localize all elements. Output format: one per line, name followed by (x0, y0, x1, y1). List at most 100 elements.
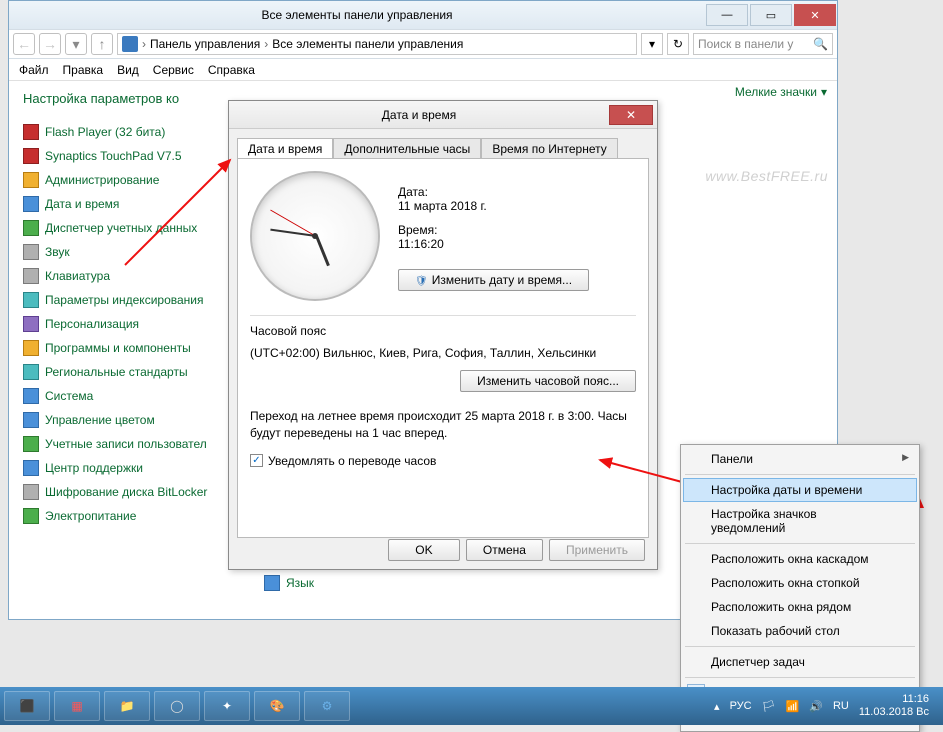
cp-item-language[interactable]: Язык (264, 571, 314, 595)
cp-item-users[interactable]: Учетные записи пользовател (23, 432, 214, 456)
task-app-5[interactable]: ✦ (204, 691, 250, 721)
refresh-button[interactable]: ↻ (667, 33, 689, 55)
view-label: Мелкие значки (735, 85, 817, 99)
menu-edit[interactable]: Правка (63, 63, 104, 77)
search-icon: 🔍 (813, 37, 828, 51)
cp-item-flash[interactable]: Flash Player (32 бита) (23, 120, 214, 144)
task-control-panel[interactable]: ⚙ (304, 691, 350, 721)
ok-button[interactable]: OK (388, 539, 460, 561)
back-button[interactable]: ← (13, 33, 35, 55)
cp-item-keyboard[interactable]: Клавиатура (23, 264, 214, 288)
window-buttons: — ▭ ✕ (705, 1, 837, 29)
cp-item-indexing[interactable]: Параметры индексирования (23, 288, 214, 312)
clock-icon (23, 196, 39, 212)
tray-lang-indicator[interactable]: РУС (730, 700, 752, 712)
change-datetime-button[interactable]: Изменить дату и время... (398, 269, 589, 291)
cancel-button[interactable]: Отмена (466, 539, 543, 561)
time-value: 11:16:20 (398, 237, 589, 251)
cp-item-system[interactable]: Система (23, 384, 214, 408)
task-app-4[interactable]: ◯ (154, 691, 200, 721)
personalization-icon (23, 316, 39, 332)
tray-chevron-icon[interactable]: ▴ (714, 700, 720, 713)
change-timezone-button[interactable]: Изменить часовой пояс... (460, 370, 636, 392)
system-icon (23, 388, 39, 404)
apply-button[interactable]: Применить (549, 539, 645, 561)
close-button[interactable]: ✕ (794, 4, 836, 26)
task-app-6[interactable]: 🎨 (254, 691, 300, 721)
tray-clock[interactable]: 11:16 11.03.2018 Вс (859, 693, 929, 719)
maximize-button[interactable]: ▭ (750, 4, 792, 26)
ctx-cascade[interactable]: Расположить окна каскадом (683, 547, 917, 571)
recent-dropdown[interactable]: ▾ (65, 33, 87, 55)
chevron-down-icon: ▾ (821, 85, 827, 99)
task-app-2[interactable]: ▦ (54, 691, 100, 721)
dialog-close-button[interactable]: ✕ (609, 105, 653, 125)
ctx-set-datetime[interactable]: Настройка даты и времени (683, 478, 917, 502)
tray-date: 11.03.2018 Вс (859, 706, 929, 719)
menu-tools[interactable]: Сервис (153, 63, 194, 77)
breadcrumb-seg-1[interactable]: Панель управления (150, 37, 260, 51)
cp-item-sound[interactable]: Звук (23, 240, 214, 264)
programs-icon (23, 340, 39, 356)
tabs: Дата и время Дополнительные часы Время п… (237, 137, 649, 158)
ctx-side[interactable]: Расположить окна рядом (683, 595, 917, 619)
menu-view[interactable]: Вид (117, 63, 139, 77)
cp-item-support[interactable]: Центр поддержки (23, 456, 214, 480)
clock-center (312, 233, 318, 239)
ctx-desktop[interactable]: Показать рабочий стол (683, 619, 917, 643)
ctx-taskmgr[interactable]: Диспетчер задач (683, 650, 917, 674)
ctx-panels[interactable]: Панели (683, 447, 917, 471)
ctx-stack[interactable]: Расположить окна стопкой (683, 571, 917, 595)
menu-help[interactable]: Справка (208, 63, 255, 77)
tray-lang-code[interactable]: RU (833, 700, 849, 712)
cp-item-color[interactable]: Управление цветом (23, 408, 214, 432)
taskbar[interactable]: ⬛ ▦ 📁 ◯ ✦ 🎨 ⚙ ▴ РУС 🏳 📶 🔊 RU 11:16 11.03… (0, 687, 943, 725)
tab-datetime[interactable]: Дата и время (237, 138, 333, 159)
tray-network-icon[interactable]: 📶 (786, 700, 800, 713)
dropdown-button[interactable]: ▾ (641, 33, 663, 55)
tab-internet-time[interactable]: Время по Интернету (481, 138, 617, 159)
dialog-title: Дата и время (229, 108, 609, 122)
separator (685, 543, 915, 544)
menu-file[interactable]: Файл (19, 63, 49, 77)
tray-volume-icon[interactable]: 🔊 (809, 700, 823, 713)
notify-checkbox-row[interactable]: ✓ Уведомлять о переводе часов (250, 454, 636, 468)
task-app-1[interactable]: ⬛ (4, 691, 50, 721)
search-input[interactable]: Поиск в панели у 🔍 (693, 33, 833, 55)
cp-item-region[interactable]: Региональные стандарты (23, 360, 214, 384)
cp-item-personalization[interactable]: Персонализация (23, 312, 214, 336)
color-icon (23, 412, 39, 428)
checkbox-checked-icon[interactable]: ✓ (250, 454, 263, 467)
control-panel-icon: ⚙ (322, 699, 333, 713)
separator (685, 646, 915, 647)
cp-item-datetime[interactable]: Дата и время (23, 192, 214, 216)
menu-bar: Файл Правка Вид Сервис Справка (9, 59, 837, 81)
up-button[interactable]: ↑ (91, 33, 113, 55)
datetime-info: Дата: 11 марта 2018 г. Время: 11:16:20 И… (398, 171, 589, 301)
cp-item-power[interactable]: Электропитание (23, 504, 214, 528)
address-bar: ← → ▾ ↑ › Панель управления › Все элемен… (9, 29, 837, 59)
analog-clock (250, 171, 380, 301)
tab-panel: Дата: 11 марта 2018 г. Время: 11:16:20 И… (237, 158, 649, 538)
tab-additional-clocks[interactable]: Дополнительные часы (333, 138, 481, 159)
minimize-button[interactable]: — (706, 4, 748, 26)
breadcrumb[interactable]: › Панель управления › Все элементы панел… (117, 33, 637, 55)
cp-item-bitlocker[interactable]: Шифрование диска BitLocker (23, 480, 214, 504)
breadcrumb-seg-2[interactable]: Все элементы панели управления (272, 37, 463, 51)
region-icon (23, 364, 39, 380)
datetime-dialog: Дата и время ✕ Дата и время Дополнительн… (228, 100, 658, 570)
palette-icon: 🎨 (270, 699, 285, 713)
cp-item-credentials[interactable]: Диспетчер учетных данных (23, 216, 214, 240)
timezone-label: Часовой пояс (250, 324, 636, 338)
cp-item-programs[interactable]: Программы и компоненты (23, 336, 214, 360)
cp-item-admin[interactable]: Администрирование (23, 168, 214, 192)
dialog-titlebar: Дата и время ✕ (229, 101, 657, 129)
ctx-set-icons[interactable]: Настройка значков уведомлений (683, 502, 917, 540)
task-app-3[interactable]: 📁 (104, 691, 150, 721)
tray-flag-icon[interactable]: 🏳 (762, 700, 776, 713)
titlebar: Все элементы панели управления — ▭ ✕ (9, 1, 837, 29)
forward-button[interactable]: → (39, 33, 61, 55)
view-mode[interactable]: Мелкие значки ▾ (735, 85, 827, 99)
cp-item-synaptics[interactable]: Synaptics TouchPad V7.5 (23, 144, 214, 168)
hour-hand (315, 235, 330, 266)
